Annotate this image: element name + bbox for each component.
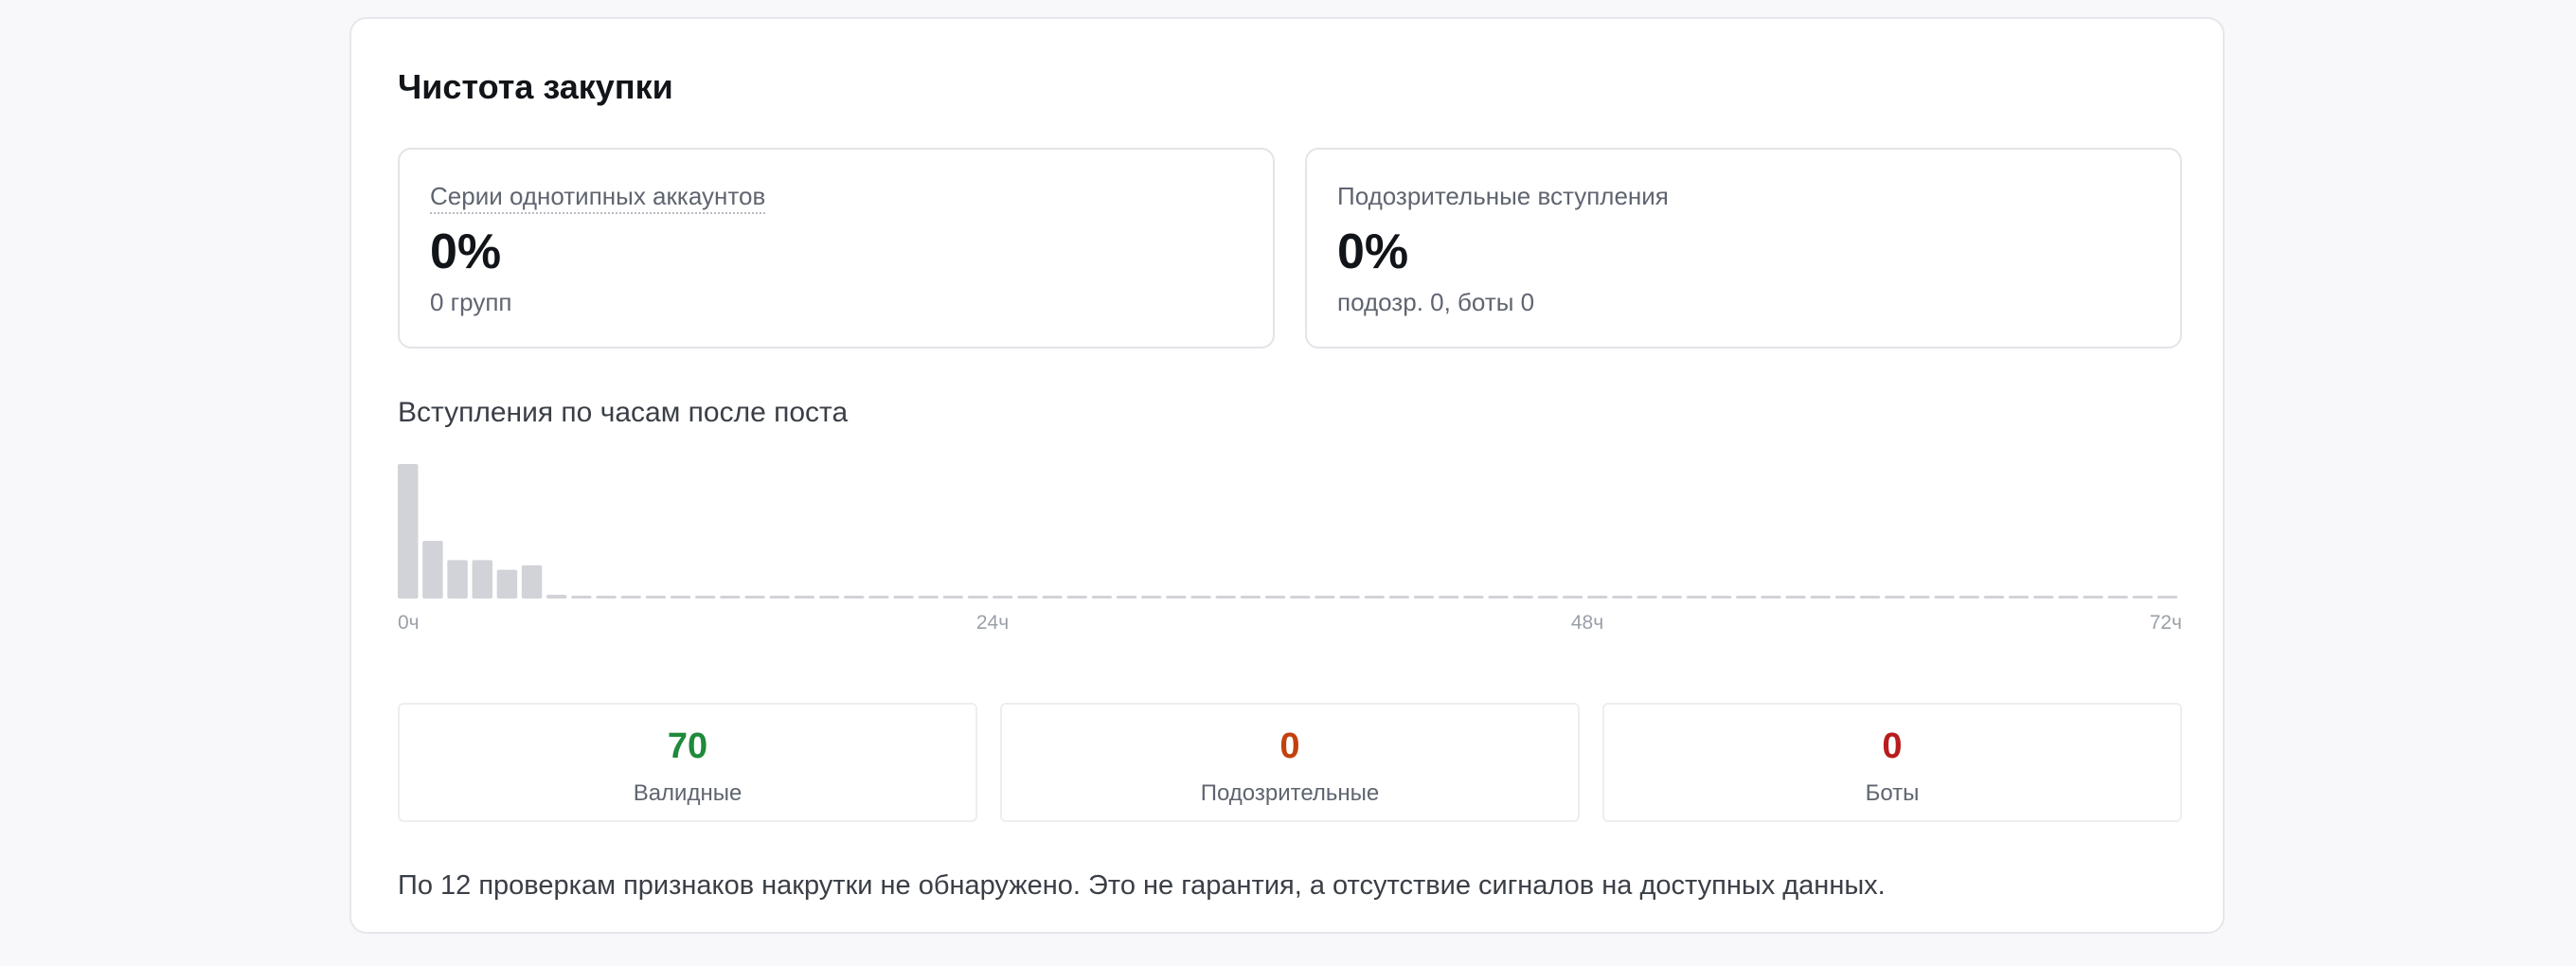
joins-by-hour-svg: 0ч 24ч 48ч 72ч xyxy=(398,464,2182,634)
hour-bar-34 xyxy=(1240,596,1261,599)
hour-bar-64 xyxy=(1983,596,2005,599)
hour-bar-39 xyxy=(1364,596,1385,599)
hour-bar-35 xyxy=(1264,596,1286,599)
metric-sub-similar-accounts: 0 групп xyxy=(430,288,512,316)
hour-bar-6 xyxy=(546,594,567,599)
hour-bar-1 xyxy=(422,541,443,599)
stat-valid: 70 Валидные xyxy=(398,703,977,822)
hour-bar-29 xyxy=(1116,596,1137,599)
hour-bar-30 xyxy=(1141,596,1162,599)
metric-label-similar-accounts[interactable]: Серии однотипных аккаунтов xyxy=(430,182,766,215)
stat-valid-value: 70 xyxy=(667,726,708,766)
hour-bar-36 xyxy=(1290,596,1311,599)
hour-bar-50 xyxy=(1637,596,1657,599)
summary-note: По 12 проверкам признаков накрутки не об… xyxy=(398,870,1886,901)
x-tick-label: 48ч xyxy=(1571,612,1603,634)
hour-bar-62 xyxy=(1934,596,1955,599)
metric-value-similar-accounts: 0% xyxy=(430,224,502,279)
hour-bar-22 xyxy=(942,596,964,599)
hour-bar-57 xyxy=(1810,596,1831,599)
hour-bar-71 xyxy=(2156,596,2178,599)
stat-suspicious-value: 0 xyxy=(1279,726,1300,766)
stat-valid-label: Валидные xyxy=(633,780,742,806)
hour-bar-58 xyxy=(1834,596,1856,599)
hour-bar-3 xyxy=(472,560,492,599)
chart-title: Вступления по часам после поста xyxy=(398,397,849,428)
hour-bar-0 xyxy=(398,464,419,599)
hour-bar-10 xyxy=(645,596,667,599)
stat-suspicious: 0 Подозрительные xyxy=(1000,703,1580,822)
hour-bar-14 xyxy=(744,596,765,599)
metric-value-suspicious-joins: 0% xyxy=(1337,224,1409,279)
hour-bar-55 xyxy=(1761,596,1781,599)
hour-bar-26 xyxy=(1042,596,1063,599)
hour-bar-46 xyxy=(1537,596,1559,599)
hour-bar-54 xyxy=(1736,596,1757,599)
hour-bar-5 xyxy=(521,564,543,599)
hour-bar-59 xyxy=(1859,596,1881,599)
purchase-cleanliness-card: Чистота закупки Серии однотипных аккаунт… xyxy=(349,17,2225,934)
hour-bar-21 xyxy=(918,596,939,599)
hour-bar-15 xyxy=(769,596,790,599)
hour-bar-28 xyxy=(1091,596,1113,599)
hour-bar-13 xyxy=(720,596,741,599)
hour-bar-7 xyxy=(571,596,592,599)
hour-bar-51 xyxy=(1661,596,1682,599)
hour-bar-38 xyxy=(1339,596,1360,599)
hour-bar-17 xyxy=(818,596,840,599)
hour-bar-69 xyxy=(2107,596,2128,599)
hour-bar-60 xyxy=(1885,596,1905,599)
hour-bar-19 xyxy=(868,596,889,599)
hour-bar-11 xyxy=(670,596,691,599)
hour-bar-37 xyxy=(1315,596,1335,599)
hour-bar-32 xyxy=(1190,596,1211,599)
hour-bar-48 xyxy=(1587,596,1608,599)
hour-bar-25 xyxy=(1017,596,1038,599)
hour-bar-45 xyxy=(1512,596,1533,599)
x-tick-label: 72ч xyxy=(2150,612,2182,634)
hour-bar-65 xyxy=(2008,596,2030,599)
hour-bar-4 xyxy=(496,569,518,599)
hour-bar-49 xyxy=(1612,596,1633,599)
joins-by-hour-chart: 0ч 24ч 48ч 72ч xyxy=(398,445,2182,653)
hour-bar-63 xyxy=(1959,596,1979,599)
hour-bar-33 xyxy=(1215,596,1236,599)
x-tick-label: 24ч xyxy=(976,612,1009,634)
stat-bots-label: Боты xyxy=(1865,780,1920,806)
hour-bar-24 xyxy=(993,596,1013,599)
section-title: Чистота закупки xyxy=(398,67,673,106)
x-tick-label: 0ч xyxy=(398,612,420,634)
stat-bots-value: 0 xyxy=(1882,726,1903,766)
hour-bar-53 xyxy=(1710,596,1732,599)
metric-card-similar-accounts: Серии однотипных аккаунтов 0% 0 групп xyxy=(398,148,1275,349)
hour-bar-18 xyxy=(844,596,865,599)
hour-bar-12 xyxy=(695,596,716,599)
hour-bar-20 xyxy=(893,596,914,599)
hour-bar-23 xyxy=(967,596,989,599)
hour-bar-68 xyxy=(2083,596,2103,599)
hour-bar-43 xyxy=(1463,596,1484,599)
hour-bar-56 xyxy=(1785,596,1806,599)
metric-label-suspicious-joins: Подозрительные вступления xyxy=(1337,182,1669,210)
hour-bar-42 xyxy=(1439,596,1459,599)
hour-bar-61 xyxy=(1909,596,1930,599)
hour-bar-2 xyxy=(447,560,468,599)
hour-bar-52 xyxy=(1686,596,1708,599)
stat-suspicious-label: Подозрительные xyxy=(1200,780,1380,806)
hour-bar-66 xyxy=(2033,596,2054,599)
hour-bar-40 xyxy=(1388,596,1410,599)
hour-bar-9 xyxy=(620,596,641,599)
hour-bar-70 xyxy=(2132,596,2154,599)
metric-card-suspicious-joins: Подозрительные вступления 0% подозр. 0, … xyxy=(1305,148,2182,349)
hour-bar-27 xyxy=(1066,596,1087,599)
hour-bar-41 xyxy=(1413,596,1435,599)
hour-bar-31 xyxy=(1166,596,1187,599)
hour-bar-47 xyxy=(1562,596,1583,599)
hour-bar-67 xyxy=(2058,596,2079,599)
metric-sub-suspicious-joins: подозр. 0, боты 0 xyxy=(1337,288,1535,316)
hour-bar-8 xyxy=(596,596,617,599)
hour-bar-16 xyxy=(794,596,815,599)
hour-bar-44 xyxy=(1488,596,1509,599)
stat-bots: 0 Боты xyxy=(1602,703,2182,822)
